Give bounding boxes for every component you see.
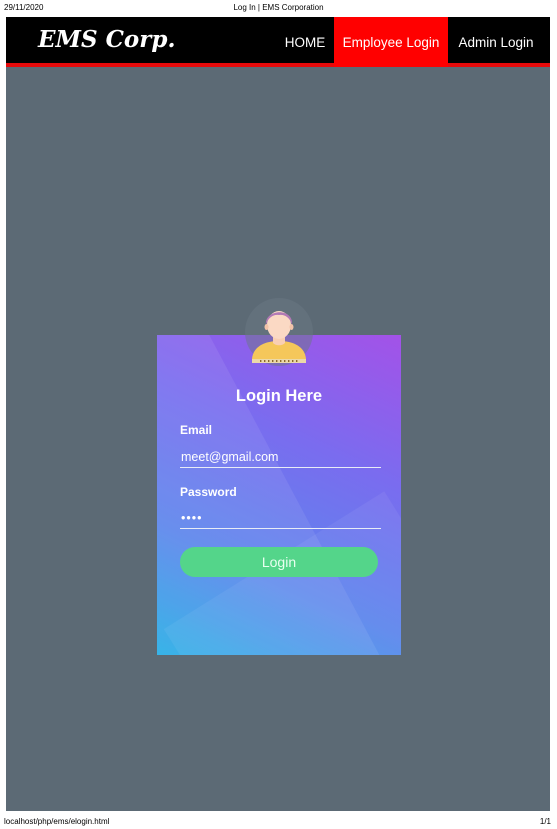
navbar: EMS Corp. HOME Employee Login Admin Logi…: [6, 17, 550, 67]
password-field[interactable]: [180, 507, 381, 529]
print-url: localhost/php/ems/elogin.html: [4, 817, 110, 826]
login-card: Login Here Email Password Login: [157, 335, 401, 655]
print-header: 29/11/2020 Log In | EMS Corporation: [0, 0, 557, 16]
print-page-number: 1/1: [539, 817, 551, 826]
nav-employee-login-link[interactable]: Employee Login: [334, 17, 448, 67]
email-label: Email: [180, 423, 213, 437]
nav-home-link[interactable]: HOME: [277, 17, 333, 67]
print-footer: localhost/php/ems/elogin.html 1/1: [0, 815, 557, 829]
brand-logo[interactable]: EMS Corp.: [38, 26, 175, 53]
email-field[interactable]: [180, 446, 381, 468]
print-page-title: Log In | EMS Corporation: [233, 3, 324, 12]
login-title: Login Here: [235, 387, 323, 405]
user-avatar-icon: [245, 298, 313, 366]
nav-admin-login-link[interactable]: Admin Login: [449, 17, 543, 67]
page-viewport: EMS Corp. HOME Employee Login Admin Logi…: [6, 17, 550, 811]
password-label: Password: [180, 485, 237, 499]
login-button[interactable]: Login: [180, 547, 378, 577]
